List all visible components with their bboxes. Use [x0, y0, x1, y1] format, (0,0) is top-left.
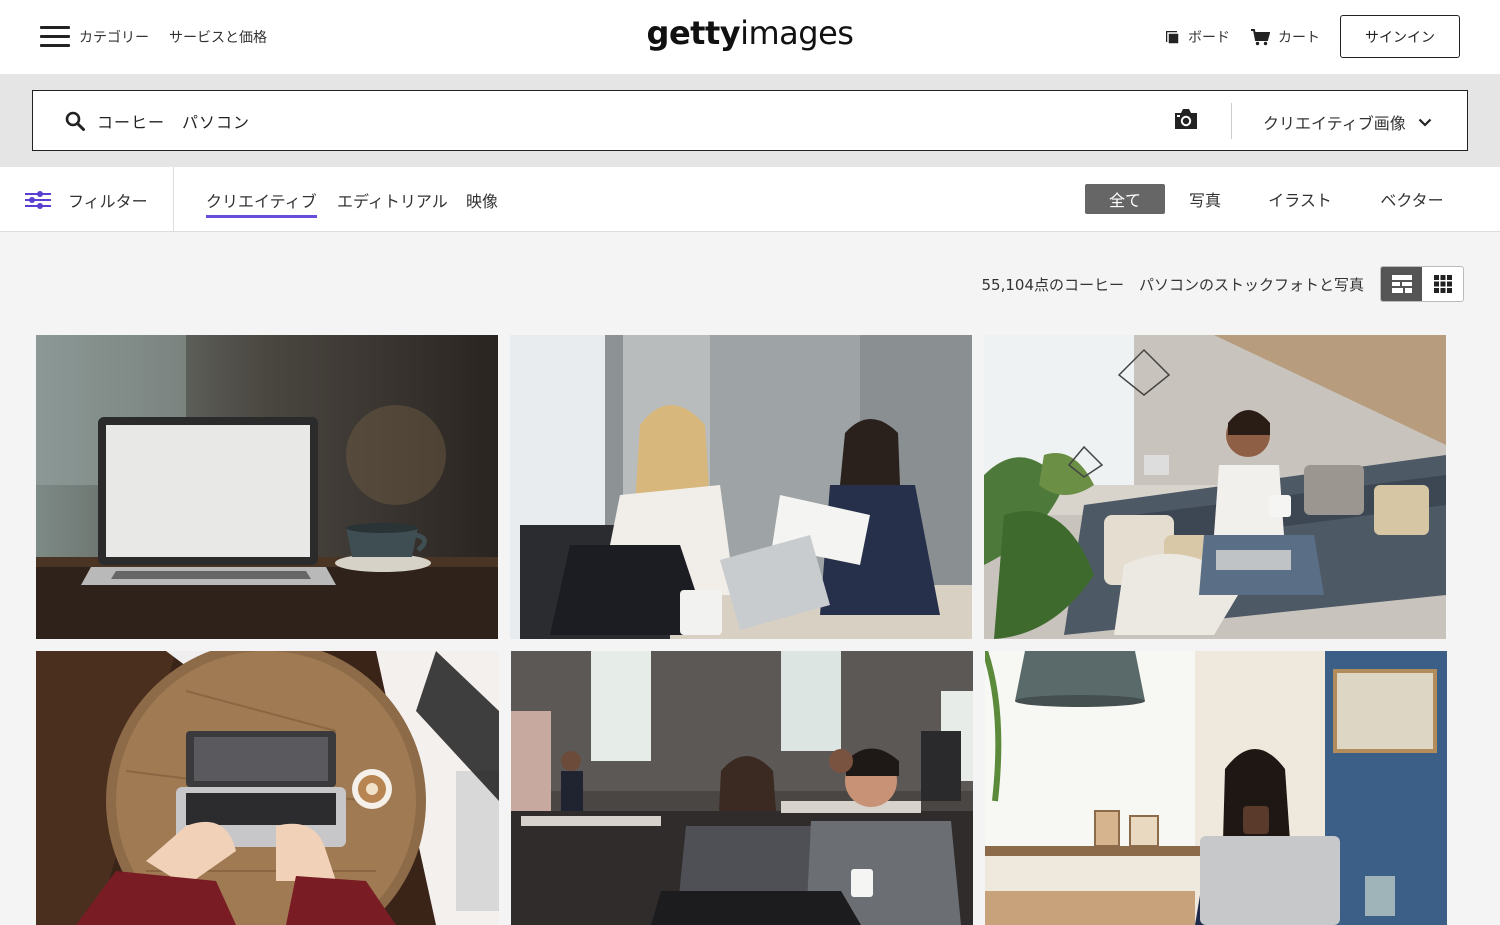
- cart-link[interactable]: カート: [1251, 27, 1320, 47]
- tab-editorial[interactable]: エディトリアル: [337, 188, 448, 215]
- type-filter-all[interactable]: 全て: [1085, 184, 1165, 214]
- grid-view-button[interactable]: [1422, 267, 1463, 301]
- search-box: クリエイティブ画像: [32, 90, 1468, 151]
- cart-icon: [1251, 28, 1270, 45]
- mosaic-view-icon: [1391, 275, 1412, 293]
- mosaic-view-button[interactable]: [1381, 267, 1422, 301]
- grid-view-icon: [1433, 275, 1452, 293]
- search-input[interactable]: [97, 105, 1157, 137]
- result-image[interactable]: [985, 651, 1447, 925]
- board-label: ボード: [1188, 30, 1230, 46]
- result-count: 55,104点のコーヒー パソコンのストックフォトと写真: [981, 276, 1365, 294]
- tab-video[interactable]: 映像: [466, 188, 498, 215]
- result-image[interactable]: [36, 651, 499, 925]
- sign-in-button[interactable]: サインイン: [1340, 15, 1460, 58]
- filter-bar: フィルター クリエイティブ エディトリアル 映像 全て 写真 イラスト ベクター: [0, 167, 1500, 232]
- board-icon: [1166, 30, 1180, 45]
- filter-sliders-icon: [25, 191, 51, 209]
- search-type-label: クリエイティブ画像: [1263, 114, 1406, 133]
- cart-label: カート: [1278, 30, 1320, 46]
- search-icon[interactable]: [65, 111, 85, 131]
- chevron-down-icon: [1418, 118, 1432, 127]
- site-header: カテゴリー サービスと価格 gettyimages ボード カート サインイン: [0, 0, 1500, 74]
- type-filter-vectors[interactable]: ベクター: [1370, 184, 1454, 214]
- result-image[interactable]: [510, 335, 972, 639]
- filter-divider: [173, 167, 174, 231]
- view-toggle: [1380, 266, 1464, 302]
- result-image[interactable]: [511, 651, 973, 925]
- result-image[interactable]: [984, 335, 1446, 639]
- result-image[interactable]: [36, 335, 498, 639]
- type-filter-illustrations[interactable]: イラスト: [1260, 184, 1340, 214]
- search-type-dropdown[interactable]: クリエイティブ画像: [1263, 110, 1432, 134]
- tab-creative[interactable]: クリエイティブ: [206, 188, 317, 218]
- search-band: クリエイティブ画像: [0, 74, 1500, 167]
- camera-icon[interactable]: [1173, 108, 1199, 130]
- search-divider: [1231, 103, 1232, 139]
- filter-button[interactable]: フィルター: [24, 188, 148, 212]
- board-link[interactable]: ボード: [1165, 27, 1230, 47]
- filter-label: フィルター: [68, 192, 148, 211]
- type-filter-photos[interactable]: 写真: [1175, 184, 1235, 214]
